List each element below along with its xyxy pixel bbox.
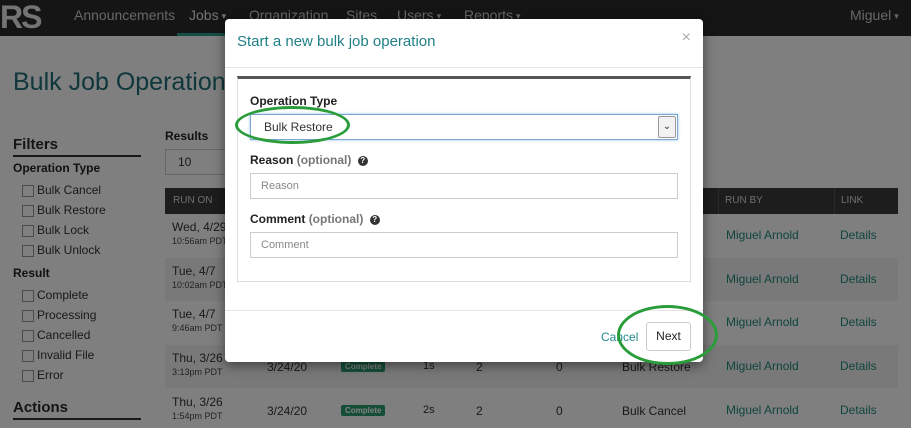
label-text: Operation Type [250, 94, 338, 108]
reason-input[interactable] [250, 173, 678, 199]
close-icon[interactable]: × [682, 29, 691, 47]
selected-value: Bulk Restore [264, 120, 333, 134]
label-text: Comment [250, 212, 306, 226]
help-icon[interactable]: ? [369, 214, 380, 225]
comment-input[interactable] [250, 232, 678, 258]
divider [225, 310, 703, 311]
chevron-down-icon[interactable]: ⌄ [658, 116, 676, 138]
comment-label: Comment (optional) ? [250, 212, 380, 226]
next-button[interactable]: Next [646, 322, 691, 351]
operation-type-select[interactable]: Bulk Restore ⌄ [250, 114, 678, 140]
reason-label: Reason (optional) ? [250, 153, 368, 167]
bulk-job-modal: Start a new bulk job operation × Operati… [225, 19, 703, 362]
cancel-button[interactable]: Cancel [601, 330, 638, 344]
label-text: Reason [250, 153, 294, 167]
optional-hint: (optional) [308, 212, 364, 226]
divider [225, 67, 703, 68]
form-panel: Operation Type Bulk Restore ⌄ Reason (op… [237, 76, 691, 282]
modal-title: Start a new bulk job operation [237, 33, 436, 50]
help-icon[interactable]: ? [357, 155, 368, 166]
operation-type-label: Operation Type [250, 94, 337, 108]
optional-hint: (optional) [296, 153, 352, 167]
